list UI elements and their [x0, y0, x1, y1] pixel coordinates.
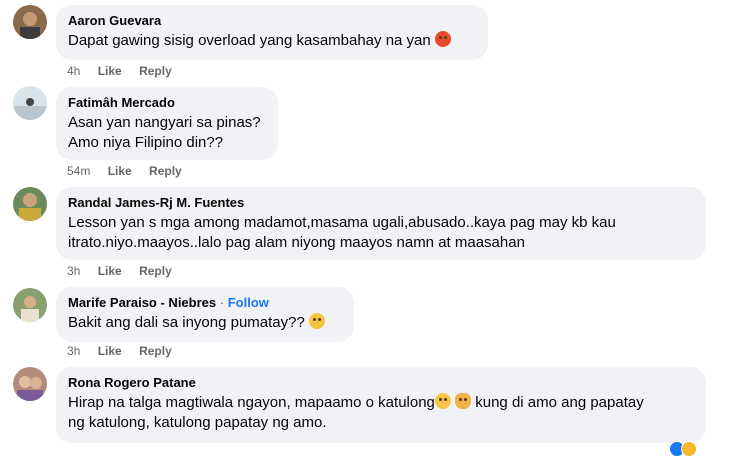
comment-actions: 3h Like Reply: [67, 264, 186, 278]
comment-text-line: Amo niya Filipino din??: [68, 134, 224, 151]
comment-author[interactable]: Aaron Guevara: [68, 12, 476, 29]
comment-text-line: itrato.niyo.maayos..lalo pag alam niyong…: [68, 234, 525, 251]
comment-time[interactable]: 3h: [67, 264, 80, 278]
avatar[interactable]: [13, 5, 47, 39]
comment-text-line: Asan yan nangyari sa pinas?: [68, 114, 261, 131]
like-button[interactable]: Like: [98, 344, 122, 358]
angry-face-icon: [434, 31, 451, 47]
comment-bubble: Aaron Guevara Dapat gawing sisig overloa…: [56, 5, 488, 60]
comment-text: Hirap na talga magtiwala ngayon, mapaamo…: [68, 393, 694, 433]
comment-actions: 3h Like Reply: [67, 344, 186, 358]
comment-text-line: Hirap na talga magtiwala ngayon, mapaamo…: [68, 393, 644, 411]
comment-text: Dapat gawing sisig overload yang kasamba…: [68, 31, 476, 51]
comment-bubble: Marife Paraiso - Niebres · Follow Bakit …: [56, 287, 354, 342]
sad-face-icon: [434, 393, 451, 409]
reply-button[interactable]: Reply: [149, 164, 182, 178]
avatar[interactable]: [13, 187, 47, 221]
comment-time[interactable]: 4h: [67, 64, 80, 78]
reply-button[interactable]: Reply: [139, 64, 172, 78]
like-button[interactable]: Like: [98, 264, 122, 278]
avatar[interactable]: [13, 367, 47, 401]
separator-dot: ·: [219, 295, 225, 310]
comment-text: Bakit ang dali sa inyong pumatay??: [68, 313, 342, 333]
haha-reaction-icon: [681, 441, 697, 457]
comment-actions: 54m Like Reply: [67, 164, 196, 178]
comment-bubble: Rona Rogero Patane Hirap na talga magtiw…: [56, 367, 706, 443]
comment-text-line: Lesson yan s mga among madamot,masama ug…: [68, 214, 616, 231]
comment-actions: 4h Like Reply: [67, 64, 186, 78]
comment-author: Marife Paraiso - Niebres · Follow: [68, 294, 342, 311]
comment-time[interactable]: 54m: [67, 164, 90, 178]
comment-time[interactable]: 3h: [67, 344, 80, 358]
comment-bubble: Fatimâh Mercado Asan yan nangyari sa pin…: [56, 87, 278, 160]
like-button[interactable]: Like: [108, 164, 132, 178]
avatar[interactable]: [13, 86, 47, 120]
woman-facepalming-icon: [455, 393, 472, 409]
comment-author-name[interactable]: Marife Paraiso - Niebres: [68, 295, 216, 310]
comment-bubble: Randal James-Rj M. Fuentes Lesson yan s …: [56, 187, 706, 260]
comment-text: Asan yan nangyari sa pinas? Amo niya Fil…: [68, 113, 266, 153]
reply-button[interactable]: Reply: [139, 264, 172, 278]
comment-author[interactable]: Randal James-Rj M. Fuentes: [68, 194, 694, 211]
comment-text: Lesson yan s mga among madamot,masama ug…: [68, 213, 694, 253]
comment-author[interactable]: Rona Rogero Patane: [68, 374, 694, 391]
reaction-icons[interactable]: [669, 441, 701, 457]
avatar[interactable]: [13, 288, 47, 322]
crying-face-icon: [309, 313, 325, 329]
like-button[interactable]: Like: [98, 64, 122, 78]
follow-button[interactable]: Follow: [228, 295, 269, 310]
comment-text-line: ng katulong, katulong papatay ng amo.: [68, 414, 327, 431]
reply-button[interactable]: Reply: [139, 344, 172, 358]
comment-author[interactable]: Fatimâh Mercado: [68, 94, 266, 111]
